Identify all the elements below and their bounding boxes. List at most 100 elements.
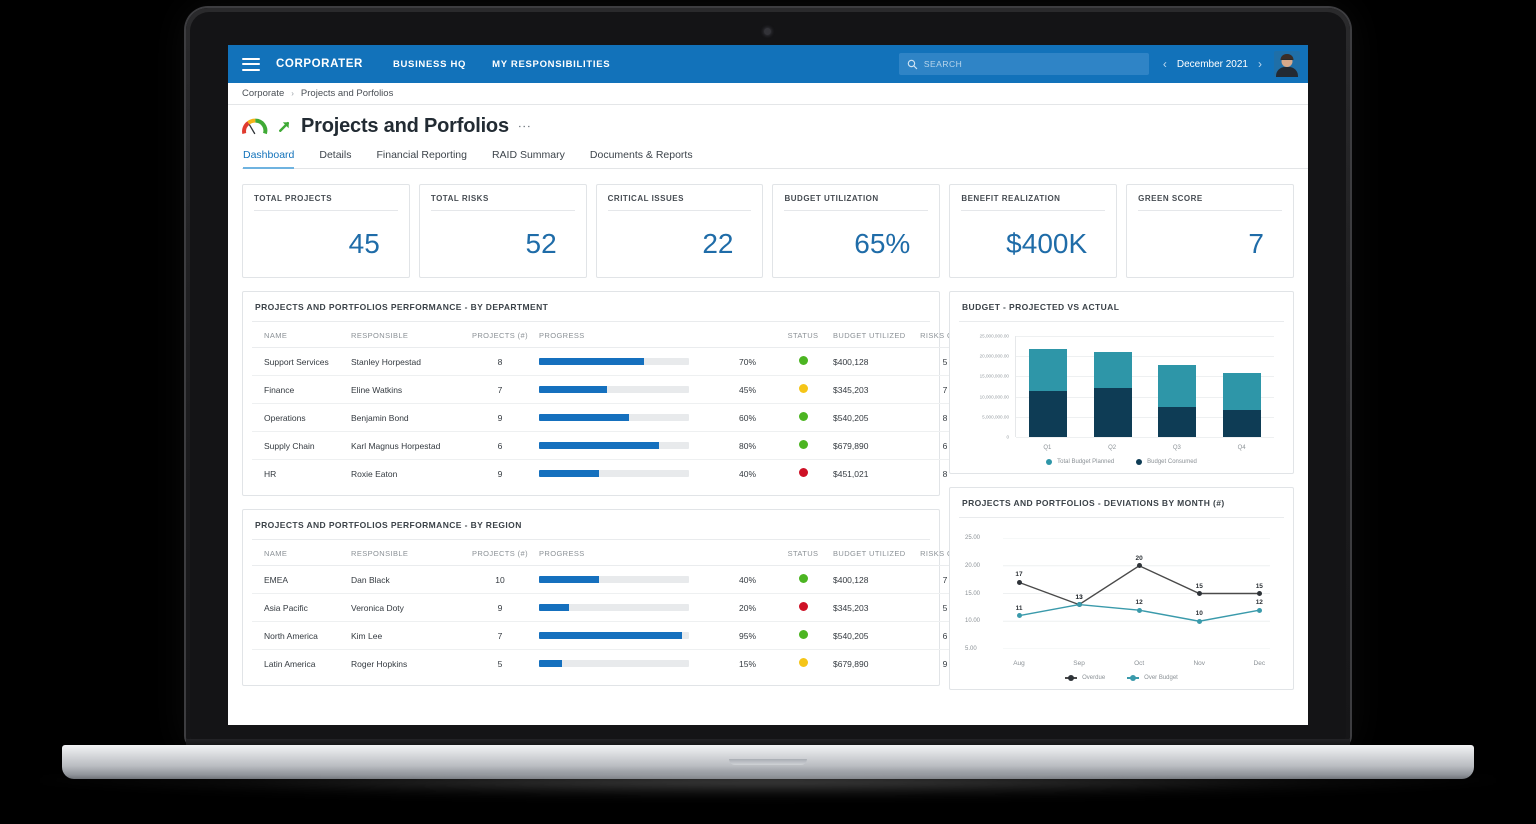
table-row[interactable]: Latin AmericaRoger Hopkins515%$679,8909⋮ (252, 650, 1006, 678)
gauge-icon (242, 118, 268, 134)
cell-responsible: Karl Magnus Horpestad (347, 431, 465, 460)
bar-chart-x-labels: Q1 Q2 Q3 Q4 (1015, 445, 1274, 451)
cell-progress-label: 60% (735, 403, 777, 432)
bar-segment-budget-consumed (1222, 409, 1261, 437)
page-actions-menu-icon[interactable]: ⋮ (517, 120, 532, 133)
table-row[interactable]: OperationsBenjamin Bond960%$540,2058⋮ (252, 403, 1006, 432)
data-point[interactable] (1196, 591, 1202, 596)
table-row[interactable]: EMEADan Black1040%$400,1287⋮ (252, 565, 1006, 594)
data-point-label: 12 (1135, 599, 1143, 607)
tab-financial-reporting[interactable]: Financial Reporting (376, 149, 466, 168)
cell-responsible: Eline Watkins (347, 375, 465, 404)
cell-status (777, 375, 829, 404)
legend-item-over-budget[interactable]: Over Budget (1127, 675, 1178, 681)
legend-item-budget-consumed[interactable]: Budget Consumed (1136, 459, 1197, 465)
hamburger-menu-icon[interactable] (242, 57, 260, 71)
legend-item-total-budget-planned[interactable]: Total Budget Planned (1046, 459, 1114, 465)
y-axis-tick-label: 5,000,000.00 (982, 414, 1009, 420)
table-row[interactable]: Asia PacificVeronica Doty920%$345,2035⋮ (252, 593, 1006, 622)
kpi-card-benefit-realization[interactable]: BENEFIT REALIZATION $400K (949, 184, 1118, 278)
bar-column[interactable] (1029, 336, 1068, 437)
table-row[interactable]: North AmericaKim Lee795%$540,2056⋮ (252, 621, 1006, 650)
bar-column[interactable] (1222, 336, 1261, 437)
kpi-card-budget-utilization[interactable]: BUDGET UTILIZATION 65% (772, 184, 941, 278)
data-point[interactable] (1016, 613, 1022, 619)
tab-details[interactable]: Details (319, 149, 351, 168)
bar-segment-total-budget-planned (1158, 365, 1197, 407)
period-prev-button[interactable]: ‹ (1163, 58, 1167, 70)
table-row[interactable]: Supply Chain Karl Magnus Horpestad 6 80% $67… (252, 431, 1006, 460)
y-axis-tick-label: 15.00 (965, 590, 981, 597)
trend-up-arrow-icon (279, 122, 289, 132)
brand-logo[interactable]: CORPORATER (276, 58, 367, 70)
table-row[interactable]: FinanceEline Watkins745%$345,2037⋮ (252, 375, 1006, 404)
bar-column[interactable] (1093, 336, 1132, 437)
progress-bar-track (539, 470, 689, 477)
panel-title: PROJECTS AND PORTFOLIOS - DEVIATIONS BY … (962, 498, 1225, 508)
bar-segment-total-budget-planned (1029, 349, 1068, 391)
cell-responsible: Roger Hopkins (351, 658, 408, 669)
kpi-label: TOTAL PROJECTS (254, 194, 333, 203)
data-point[interactable] (1196, 618, 1202, 624)
table-row[interactable]: HRRoxie Eaton940%$451,0218⋮ (252, 460, 1006, 488)
kpi-card-row: TOTAL PROJECTS 45 TOTAL RISKS 52 CRITICA… (242, 184, 1294, 278)
status-badge (798, 356, 808, 365)
avatar[interactable] (1274, 51, 1300, 77)
breadcrumb-item-corporate[interactable]: Corporate (242, 88, 284, 99)
kpi-card-total-risks[interactable]: TOTAL RISKS 52 (418, 184, 587, 278)
cell-budget-utilized: $451,021 (833, 468, 869, 479)
bar-column[interactable] (1158, 336, 1197, 437)
col-projects: PROJECTS (#) (465, 542, 535, 566)
legend-label: Over Budget (1144, 675, 1178, 681)
progress-bar-fill (539, 414, 629, 421)
period-next-button[interactable]: › (1258, 58, 1262, 70)
progress-bar-track (539, 414, 689, 421)
y-axis-tick-label: 25.00 (965, 535, 981, 541)
tab-documents-reports[interactable]: Documents & Reports (590, 149, 693, 168)
kpi-card-green-score[interactable]: GREEN SCORE 7 (1126, 184, 1294, 278)
data-point[interactable] (1136, 563, 1142, 569)
kpi-card-total-projects[interactable]: TOTAL PROJECTS 45 (242, 184, 410, 278)
data-point[interactable] (1256, 607, 1262, 613)
search-input[interactable]: SEARCH (898, 53, 1149, 75)
x-axis-tick-label: Q4 (1237, 445, 1246, 451)
cell-progress (535, 565, 735, 594)
progress-bar-fill (539, 660, 562, 667)
data-point[interactable] (1016, 579, 1022, 585)
tab-dashboard[interactable]: Dashboard (243, 149, 295, 169)
col-name: NAME (252, 542, 347, 566)
data-point[interactable] (1256, 591, 1262, 596)
cell-name: Support Services (252, 347, 347, 376)
col-status: STATUS (777, 542, 829, 566)
avatar-body (1276, 67, 1298, 77)
table-row[interactable]: Support Services Stanley Horpestad 8 70% $40… (252, 347, 1006, 376)
breadcrumb-item-current[interactable]: Projects and Porfolios (301, 88, 393, 99)
laptop-base (62, 745, 1474, 779)
nav-link-business-hq[interactable]: BUSINESS HQ (393, 59, 466, 70)
data-point[interactable] (1076, 602, 1082, 608)
panel-budget-projected-vs-actual: BUDGET - PROJECTED VS ACTUAL 0 5,000,000.… (949, 291, 1294, 474)
cell-projects: 9 (465, 593, 535, 622)
tab-raid-summary[interactable]: RAID Summary (492, 149, 565, 168)
progress-bar-fill (539, 470, 599, 477)
data-point[interactable] (1136, 607, 1142, 613)
x-axis-tick-label: Aug (1013, 660, 1025, 667)
cell-name: EMEA (252, 565, 347, 594)
y-axis-tick-label: 0 (1006, 434, 1009, 440)
kpi-label: GREEN SCORE (1138, 194, 1203, 203)
screenshot-stage: CORPORATER BUSINESS HQ MY RESPONSIBILITI… (0, 0, 1536, 824)
y-axis-tick-label: 10,000,000.00 (979, 394, 1009, 400)
nav-link-my-responsibilities[interactable]: MY RESPONSIBILITIES (492, 59, 610, 70)
data-point-label: 11 (1015, 604, 1023, 612)
cell-budget-utilized: $679,890 (833, 658, 869, 669)
cell-budget-utilized: $345,203 (829, 375, 914, 404)
y-axis-tick-label: 10.00 (965, 618, 981, 625)
kpi-card-critical-issues[interactable]: CRITICAL ISSUES 22 (595, 184, 764, 278)
cell-progress (535, 347, 735, 376)
status-badge (798, 384, 808, 393)
legend-item-overdue[interactable]: Overdue (1065, 675, 1105, 681)
progress-bar-fill (539, 386, 607, 393)
col-progress-pct (735, 324, 777, 348)
col-budget-utilized: BUDGET UTILIZED (829, 542, 914, 566)
cell-budget-utilized: $540,205 (829, 621, 914, 650)
